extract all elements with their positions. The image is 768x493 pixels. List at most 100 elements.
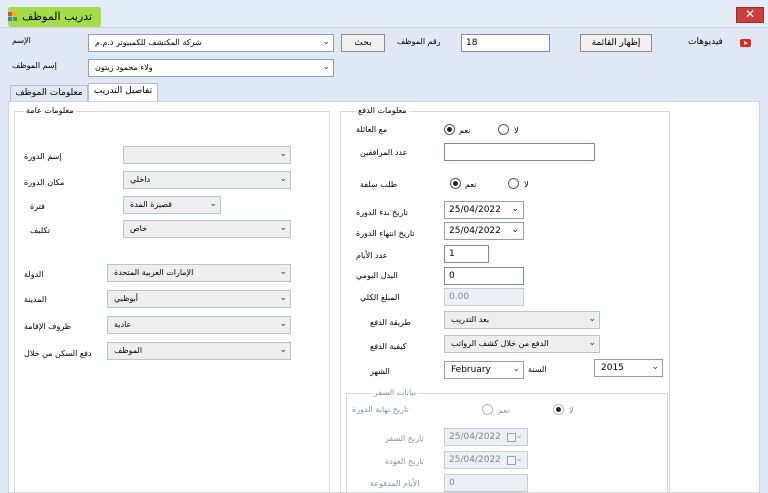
month-value: February xyxy=(451,365,491,375)
advance-yes-label: نعم xyxy=(465,180,477,189)
return-date-value: 25/04/2022 xyxy=(449,455,501,465)
travel-no-label: لا xyxy=(569,406,574,415)
total-input: 0.00 xyxy=(444,288,524,306)
travel-info-title: بيانات السفر xyxy=(372,388,419,397)
start-date-picker[interactable]: 25/04/2022 ⌄ xyxy=(444,201,524,219)
daily-allowance-input[interactable]: 0 xyxy=(444,267,524,285)
chevron-down-icon: ⌄ xyxy=(515,431,523,441)
close-button[interactable]: ✕ xyxy=(736,7,764,23)
chevron-down-icon: ⌄ xyxy=(279,174,287,184)
end-date-value: 25/04/2022 xyxy=(449,226,501,236)
chevron-down-icon: ⌄ xyxy=(322,62,330,72)
housing-pay-value: الموظف xyxy=(114,346,143,355)
app-icon xyxy=(8,12,17,21)
travel-no-radio[interactable] xyxy=(553,404,564,415)
return-date-label: تاريخ العودة xyxy=(385,457,424,466)
month-select[interactable]: February ⌄ xyxy=(444,361,524,379)
employee-no-value: 18 xyxy=(466,38,478,48)
paid-days-input: 0 xyxy=(444,474,528,492)
course-name-select[interactable]: ⌄ xyxy=(123,146,291,164)
month-label: الشهر xyxy=(370,367,390,376)
search-button[interactable]: بحث xyxy=(341,34,385,52)
employee-no-input[interactable]: 18 xyxy=(461,34,550,52)
name-label: الإسم xyxy=(12,36,31,45)
chevron-down-icon: ⌄ xyxy=(209,199,217,209)
total-value: 0.00 xyxy=(449,292,470,302)
with-family-yes-label: نعم xyxy=(459,126,471,135)
advance-label: طلب سلفة xyxy=(360,180,398,189)
chevron-down-icon: ⌄ xyxy=(512,364,520,374)
daily-allowance-label: البدل اليومي xyxy=(356,271,398,280)
city-label: المدينة xyxy=(24,295,47,304)
assignment-label: تكليف xyxy=(30,226,50,235)
advance-no-radio[interactable] xyxy=(508,178,519,189)
payment-how-select[interactable]: الدفع من خلال كشف الرواتب ⌄ xyxy=(444,335,600,353)
year-label: السنة xyxy=(528,365,547,374)
companions-label: عدد المرافقين xyxy=(360,148,408,157)
return-date-picker[interactable]: 25/04/2022 ⌄ xyxy=(444,451,528,469)
travel-date-label: تاريخ السفر xyxy=(385,434,424,443)
payment-how-value: الدفع من خلال كشف الرواتب xyxy=(451,339,549,348)
company-select[interactable]: شركة المكتشف للكمبيوتر ذ.م.م ⌄ xyxy=(88,34,334,52)
chevron-down-icon: ⌄ xyxy=(511,225,519,235)
close-icon: ✕ xyxy=(744,7,756,21)
travel-date-picker[interactable]: 25/04/2022 ⌄ xyxy=(444,428,528,446)
course-place-select[interactable]: داخلي ⌄ xyxy=(123,171,291,189)
city-value: أبوظبي xyxy=(114,294,139,303)
housing-pay-select[interactable]: الموظف ⌄ xyxy=(107,342,291,360)
employee-name-value: ولاء محمود زيتون xyxy=(95,63,153,72)
payment-info-title: معلومات الدفع xyxy=(356,106,409,115)
assignment-select[interactable]: خاص ⌄ xyxy=(123,220,291,238)
course-end-date-label: تاريخ نهاية الدورة xyxy=(352,405,409,414)
country-value: الإمارات العربية المتحدة xyxy=(114,268,194,277)
with-family-no-label: لا xyxy=(514,126,519,135)
with-family-yes-radio[interactable] xyxy=(444,124,455,135)
start-date-value: 25/04/2022 xyxy=(449,205,501,215)
youtube-icon[interactable] xyxy=(740,39,751,47)
window-title: تدريب الموظف xyxy=(22,10,93,23)
employee-name-select[interactable]: ولاء محمود زيتون ⌄ xyxy=(88,59,334,77)
housing-pay-label: دفع السكن من خلال xyxy=(24,349,92,358)
course-name-label: إسم الدورة xyxy=(24,152,62,161)
chevron-down-icon: ⌄ xyxy=(279,267,287,277)
tab-employee-info[interactable]: معلومات الموظف xyxy=(10,85,88,102)
chevron-down-icon: ⌄ xyxy=(322,37,330,47)
total-label: المبلغ الكلي xyxy=(360,293,400,302)
chevron-down-icon: ⌄ xyxy=(279,345,287,355)
show-list-button[interactable]: إظهار القائمة xyxy=(580,34,652,52)
general-info-title: معلومات عامة xyxy=(24,106,76,115)
payment-how-label: كيفية الدفع xyxy=(370,342,407,351)
residence-select[interactable]: عادية ⌄ xyxy=(107,316,291,334)
city-select[interactable]: أبوظبي ⌄ xyxy=(107,290,291,308)
year-value: 2015 xyxy=(601,363,624,373)
period-label: فترة xyxy=(30,202,45,211)
videos-label[interactable]: فيديوهات xyxy=(688,37,723,47)
end-date-picker[interactable]: 25/04/2022 ⌄ xyxy=(444,222,524,240)
title-bar xyxy=(0,0,768,28)
chevron-down-icon: ⌄ xyxy=(588,338,596,348)
chevron-down-icon: ⌄ xyxy=(279,223,287,233)
travel-date-value: 25/04/2022 xyxy=(449,432,501,442)
travel-yes-label: نعم xyxy=(498,406,510,415)
days-input[interactable]: 1 xyxy=(444,245,489,263)
payment-method-select[interactable]: بعد التدريب ⌄ xyxy=(444,311,600,329)
advance-no-label: لا xyxy=(524,180,529,189)
with-family-no-radio[interactable] xyxy=(498,124,509,135)
chevron-down-icon: ⌄ xyxy=(279,319,287,329)
tab-training-details[interactable]: تفاصيل التدريب xyxy=(88,83,158,102)
residence-value: عادية xyxy=(114,320,132,329)
company-value: شركة المكتشف للكمبيوتر ذ.م.م xyxy=(95,38,202,47)
chevron-down-icon: ⌄ xyxy=(588,314,596,324)
start-date-label: تاريخ بدء الدورة xyxy=(356,208,408,217)
travel-yes-radio[interactable] xyxy=(482,404,493,415)
chevron-down-icon: ⌄ xyxy=(279,293,287,303)
companions-input[interactable] xyxy=(444,143,595,161)
residence-label: ظروف الإقامة xyxy=(24,322,72,331)
with-family-label: مع العائلة xyxy=(356,125,388,134)
country-label: الدولة xyxy=(24,270,44,279)
period-select[interactable]: قصيرة المدة ⌄ xyxy=(123,196,221,214)
chevron-down-icon: ⌄ xyxy=(515,454,523,464)
year-select[interactable]: 2015 ⌄ xyxy=(594,359,663,377)
country-select[interactable]: الإمارات العربية المتحدة ⌄ xyxy=(107,264,291,282)
advance-yes-radio[interactable] xyxy=(450,178,461,189)
